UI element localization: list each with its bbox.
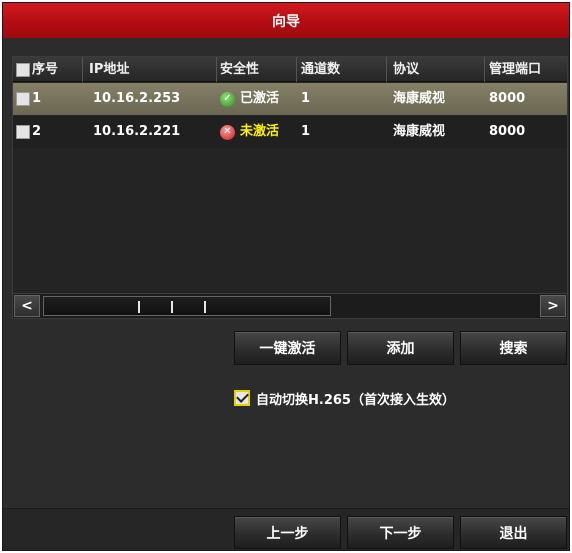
grip-icon <box>204 301 206 313</box>
row-checkbox[interactable] <box>16 92 30 106</box>
grip-icon <box>171 301 173 313</box>
row-protocol: 海康威视 <box>393 91 446 106</box>
auto-switch-h265-option[interactable]: 自动切换H.265（首次接入生效） <box>234 388 455 408</box>
chevron-right-icon: > <box>547 298 559 314</box>
column-index[interactable]: 序号 <box>13 57 83 82</box>
wizard-window: 向导 序号 IP地址 安全性 通道数 协议 管理端口 1 10.16.2.253 <box>2 2 570 551</box>
select-all-checkbox[interactable] <box>16 62 30 77</box>
row-checkbox[interactable] <box>16 125 30 139</box>
one-key-activate-button[interactable]: 一键激活 <box>234 331 341 365</box>
row-channels: 1 <box>301 124 311 139</box>
search-button[interactable]: 搜索 <box>460 331 567 365</box>
table-row[interactable]: 2 10.16.2.221 ✕ 未激活 1 海康威视 8000 <box>13 116 567 148</box>
previous-step-button[interactable]: 上一步 <box>234 516 341 549</box>
row-port: 8000 <box>489 91 526 106</box>
error-circle-icon: ✕ <box>220 124 235 140</box>
add-button[interactable]: 添加 <box>347 331 454 365</box>
window-title: 向导 <box>272 13 300 30</box>
column-ip[interactable]: IP地址 <box>83 57 217 82</box>
table-row[interactable]: 1 10.16.2.253 ✓ 已激活 1 海康威视 8000 <box>13 83 567 115</box>
next-step-button[interactable]: 下一步 <box>347 516 454 549</box>
row-index: 2 <box>32 124 42 139</box>
title-bar: 向导 <box>3 3 569 38</box>
device-table: 序号 IP地址 安全性 通道数 协议 管理端口 1 10.16.2.253 ✓ … <box>12 56 568 312</box>
row-security: 已激活 <box>240 91 280 106</box>
wizard-content: 序号 IP地址 安全性 通道数 协议 管理端口 1 10.16.2.253 ✓ … <box>3 38 569 508</box>
scrollbar-thumb[interactable] <box>43 296 331 316</box>
auto-switch-checkbox[interactable] <box>234 390 250 406</box>
row-index: 1 <box>32 91 42 106</box>
auto-switch-label: 自动切换H.265（首次接入生效） <box>256 392 455 408</box>
footer-bar: 上一步 下一步 退出 <box>3 508 569 550</box>
exit-button[interactable]: 退出 <box>460 516 567 549</box>
row-channels: 1 <box>301 91 311 106</box>
check-circle-icon: ✓ <box>220 91 235 107</box>
column-port[interactable]: 管理端口 <box>485 57 567 82</box>
row-ip: 10.16.2.221 <box>93 124 181 139</box>
horizontal-scrollbar[interactable]: < > <box>12 293 568 319</box>
column-protocol[interactable]: 协议 <box>387 57 485 82</box>
table-header: 序号 IP地址 安全性 通道数 协议 管理端口 <box>13 57 567 82</box>
grip-icon <box>138 301 140 313</box>
chevron-left-icon: < <box>21 298 33 314</box>
row-port: 8000 <box>489 124 526 139</box>
scroll-right-button[interactable]: > <box>540 295 566 317</box>
column-channels[interactable]: 通道数 <box>297 57 387 82</box>
column-security[interactable]: 安全性 <box>217 57 297 82</box>
row-ip: 10.16.2.253 <box>93 91 181 106</box>
row-security: 未激活 <box>240 124 280 139</box>
scroll-left-button[interactable]: < <box>14 295 40 317</box>
row-protocol: 海康威视 <box>393 124 446 139</box>
